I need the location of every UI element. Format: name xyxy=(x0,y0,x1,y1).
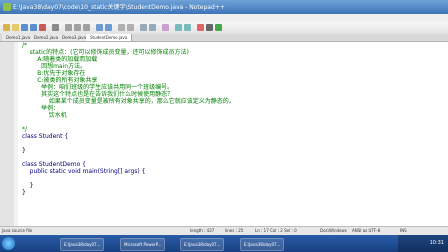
code-line: 举例：咱们班级的学生应该共用同一个班级编号。 xyxy=(22,84,174,91)
code-line: 其实这个特点也是在告诉我们什么时候使用静态？ xyxy=(22,91,174,98)
status-lines: lines : 25 xyxy=(225,228,244,233)
new-file-icon[interactable] xyxy=(3,24,10,31)
word-wrap-icon[interactable] xyxy=(175,24,182,31)
clock: 10:31 xyxy=(429,240,444,246)
redo-icon[interactable] xyxy=(105,24,112,31)
code-line: public static void main(String[] args) { xyxy=(22,168,146,175)
code-line: 举例： xyxy=(22,105,60,112)
copy-icon[interactable] xyxy=(74,24,81,31)
code-line: 饮水机 xyxy=(22,112,67,119)
close-icon[interactable] xyxy=(39,24,46,31)
replace-icon[interactable] xyxy=(127,24,134,31)
status-file-type: Java source file xyxy=(2,228,33,233)
tab-bar: Demo1.java Demo2.java Demo3.java Student… xyxy=(0,34,448,42)
status-mode: INS xyxy=(400,228,407,233)
code-line: class StudentDemo { xyxy=(22,161,86,168)
fold-margin xyxy=(14,42,18,226)
start-button[interactable] xyxy=(2,237,15,250)
taskbar-item[interactable]: E:\Java38\day07... xyxy=(240,238,285,251)
code-line: C:被类的所有对象共享 xyxy=(22,77,98,84)
code-line: } xyxy=(22,189,26,196)
line-number-gutter xyxy=(0,42,14,226)
menu-bar xyxy=(0,14,448,22)
taskbar: E:\Java38\day07... Microsoft PowerP... E… xyxy=(0,235,448,252)
stop-macro-icon[interactable] xyxy=(206,24,213,31)
code-line: static的特点：(它可以修饰成员变量，还可以修饰成员方法) xyxy=(22,49,189,56)
save-all-icon[interactable] xyxy=(30,24,37,31)
notepadpp-icon xyxy=(3,3,11,11)
code-line: } xyxy=(22,147,26,154)
status-eol: Dos\Windows xyxy=(320,228,347,233)
find-icon[interactable] xyxy=(118,24,125,31)
code-line: } xyxy=(22,182,34,189)
code-line: A:随着类的加载而加载 xyxy=(22,56,98,63)
undo-icon[interactable] xyxy=(96,24,103,31)
cut-icon[interactable] xyxy=(65,24,72,31)
zoom-out-icon[interactable] xyxy=(149,24,156,31)
code-line: /* xyxy=(22,42,28,49)
code-line: class Student { xyxy=(22,133,69,140)
taskbar-item[interactable]: E:\Java38\day07... xyxy=(180,238,225,251)
status-position: Ln : 17 Col : 2 Sel : 0 xyxy=(255,228,297,233)
window-title: E:\Java38\day07\code\10_static关键字\Studen… xyxy=(13,4,225,11)
play-macro-icon[interactable] xyxy=(215,24,222,31)
title-bar: E:\Java38\day07\code\10_static关键字\Studen… xyxy=(0,0,448,14)
code-line: B:优先于对象存在 xyxy=(22,70,86,77)
status-length: length : 437 xyxy=(190,228,215,233)
open-file-icon[interactable] xyxy=(12,24,19,31)
system-tray: 10:31 xyxy=(398,235,448,252)
code-line: 如果某个成员变量是被所有对象共享的，那么它就应该定义为静态的。 xyxy=(22,98,235,105)
code-line: 回想main方法。 xyxy=(22,63,87,70)
tab-studentdemo[interactable]: StudentDemo.java xyxy=(86,34,133,41)
taskbar-item[interactable]: Microsoft PowerP... xyxy=(120,238,166,251)
record-macro-icon[interactable] xyxy=(197,24,204,31)
code-line: */ xyxy=(22,126,28,133)
paste-icon[interactable] xyxy=(83,24,90,31)
status-encoding: ANSI as UTF-8 xyxy=(352,228,381,233)
sync-scroll-icon[interactable] xyxy=(162,24,169,31)
taskbar-item[interactable]: E:\Java38\day07... xyxy=(60,238,105,251)
show-all-icon[interactable] xyxy=(184,24,191,31)
code-editor[interactable]: /* static的特点：(它可以修饰成员变量，还可以修饰成员方法) A:随着类… xyxy=(0,42,448,226)
zoom-in-icon[interactable] xyxy=(140,24,147,31)
save-icon[interactable] xyxy=(21,24,28,31)
print-icon[interactable] xyxy=(52,24,59,31)
